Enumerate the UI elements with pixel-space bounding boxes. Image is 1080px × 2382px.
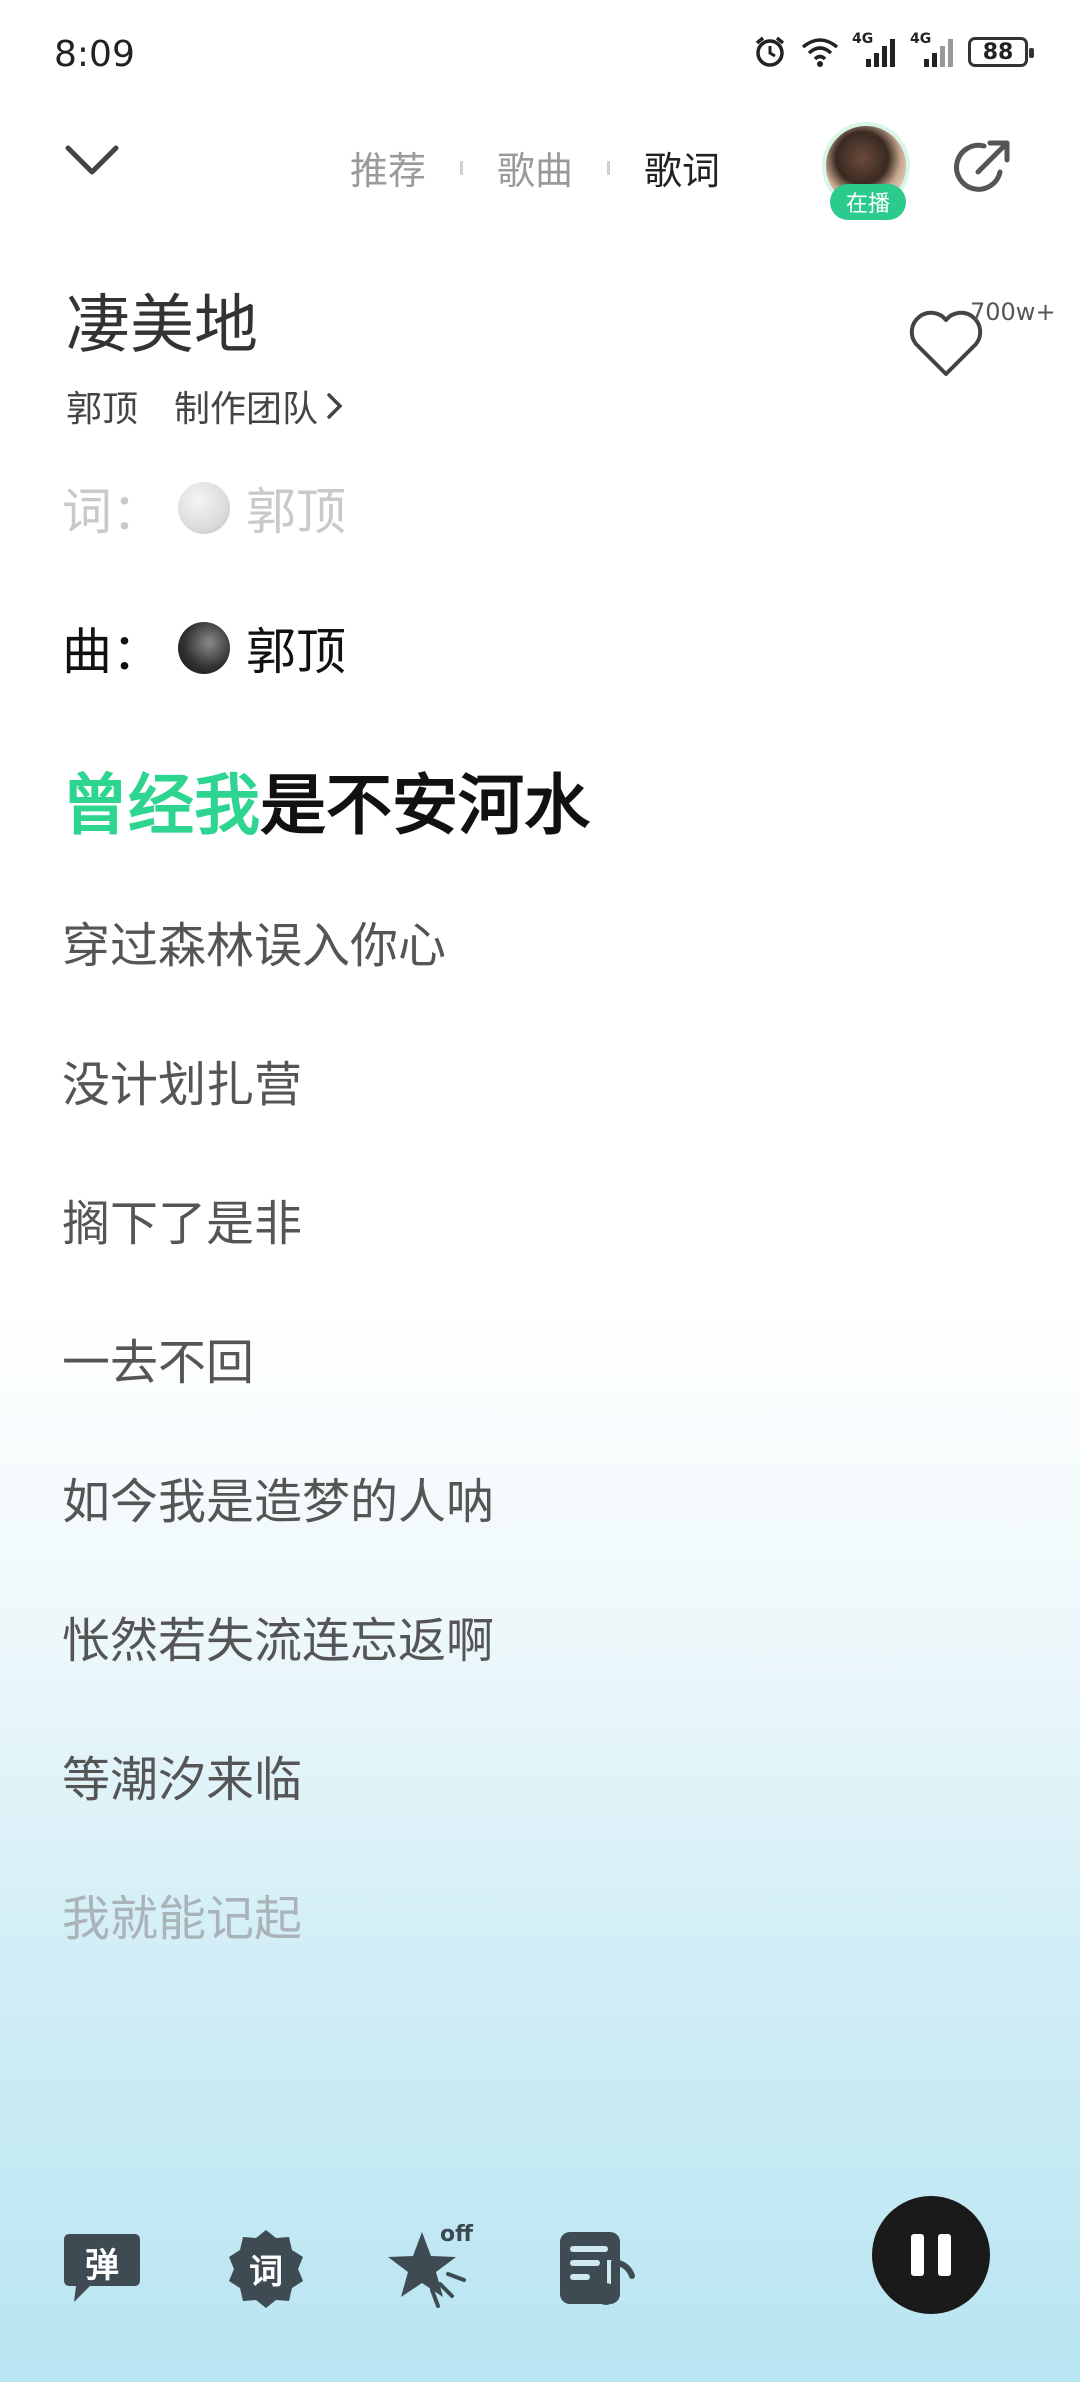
composer-credit[interactable]: 曲： 郭顶 [62, 612, 346, 684]
pause-bar [911, 2234, 924, 2276]
status-icons: 4G 4G 88 [752, 31, 1034, 70]
signal-icon-1: 4G [852, 31, 898, 69]
tab-song[interactable]: 歌曲 [497, 140, 573, 195]
production-team-label: 制作团队 [174, 389, 319, 430]
lyric-line[interactable]: 搁下了是非 [62, 1184, 302, 1254]
production-team-link[interactable]: 制作团队 [174, 380, 344, 432]
current-lyric-rest: 是不安河水 [260, 767, 590, 844]
pause-bar [938, 2234, 951, 2276]
playlist-note-icon [560, 2232, 635, 2305]
lyrics-style-button[interactable]: 词 [224, 2226, 308, 2310]
composer-avatar [178, 622, 230, 674]
pause-button[interactable] [872, 2196, 990, 2314]
lyric-line[interactable]: 怅然若失流连忘返啊 [62, 1601, 494, 1671]
tab-recommend[interactable]: 推荐 [350, 140, 426, 195]
lyricist-credit[interactable]: 词： 郭顶 [62, 472, 346, 544]
current-lyric-sung: 曾经我 [62, 767, 260, 844]
lyrics-style-label: 词 [249, 2251, 283, 2292]
lyricist-name: 郭顶 [246, 483, 346, 541]
lyricist-avatar [178, 482, 230, 534]
lyric-line[interactable]: 我就能记起 [62, 1879, 302, 1949]
wifi-icon [801, 38, 839, 67]
artist-name[interactable]: 郭顶 [66, 380, 138, 432]
status-time: 8:09 [54, 34, 135, 75]
song-meta: 郭顶 制作团队 [66, 380, 344, 432]
lyric-line[interactable]: 一去不回 [62, 1323, 254, 1393]
battery-level: 88 [982, 39, 1014, 65]
lyric-line[interactable]: 如今我是造梦的人呐 [62, 1462, 494, 1532]
composer-label: 曲： [62, 623, 162, 681]
playlist-button[interactable] [554, 2226, 638, 2310]
live-badge: 在播 [830, 184, 906, 220]
current-lyric-line[interactable]: 曾经我是不安河水 [62, 752, 590, 848]
lyricist-label: 词： [62, 483, 162, 541]
song-title: 凄美地 [66, 289, 258, 363]
header-tabs: 推荐 歌曲 歌词 [350, 140, 720, 195]
tab-lyrics[interactable]: 歌词 [644, 140, 720, 195]
composer-name: 郭顶 [246, 623, 346, 681]
collapse-chevron-icon[interactable] [62, 140, 122, 180]
danmu-label: 弹 [85, 2245, 119, 2286]
effects-state-label: off [440, 2222, 473, 2247]
alarm-icon [755, 36, 785, 67]
share-icon[interactable] [950, 136, 1014, 200]
danmu-button[interactable]: 弹 [60, 2226, 144, 2310]
battery-indicator: 88 [968, 37, 1034, 67]
lyric-line[interactable]: 等潮汐来临 [62, 1740, 302, 1810]
tab-divider [460, 160, 464, 175]
lyric-line[interactable]: 没计划扎营 [62, 1045, 302, 1115]
tab-divider [607, 160, 611, 175]
lyric-line[interactable]: 穿过森林误入你心 [62, 906, 446, 976]
chevron-right-icon [327, 393, 343, 419]
now-playing-avatar[interactable]: 在播 [822, 122, 914, 220]
signal-icon-2: 4G [910, 31, 956, 69]
like-count: 700w+ [970, 298, 1056, 326]
